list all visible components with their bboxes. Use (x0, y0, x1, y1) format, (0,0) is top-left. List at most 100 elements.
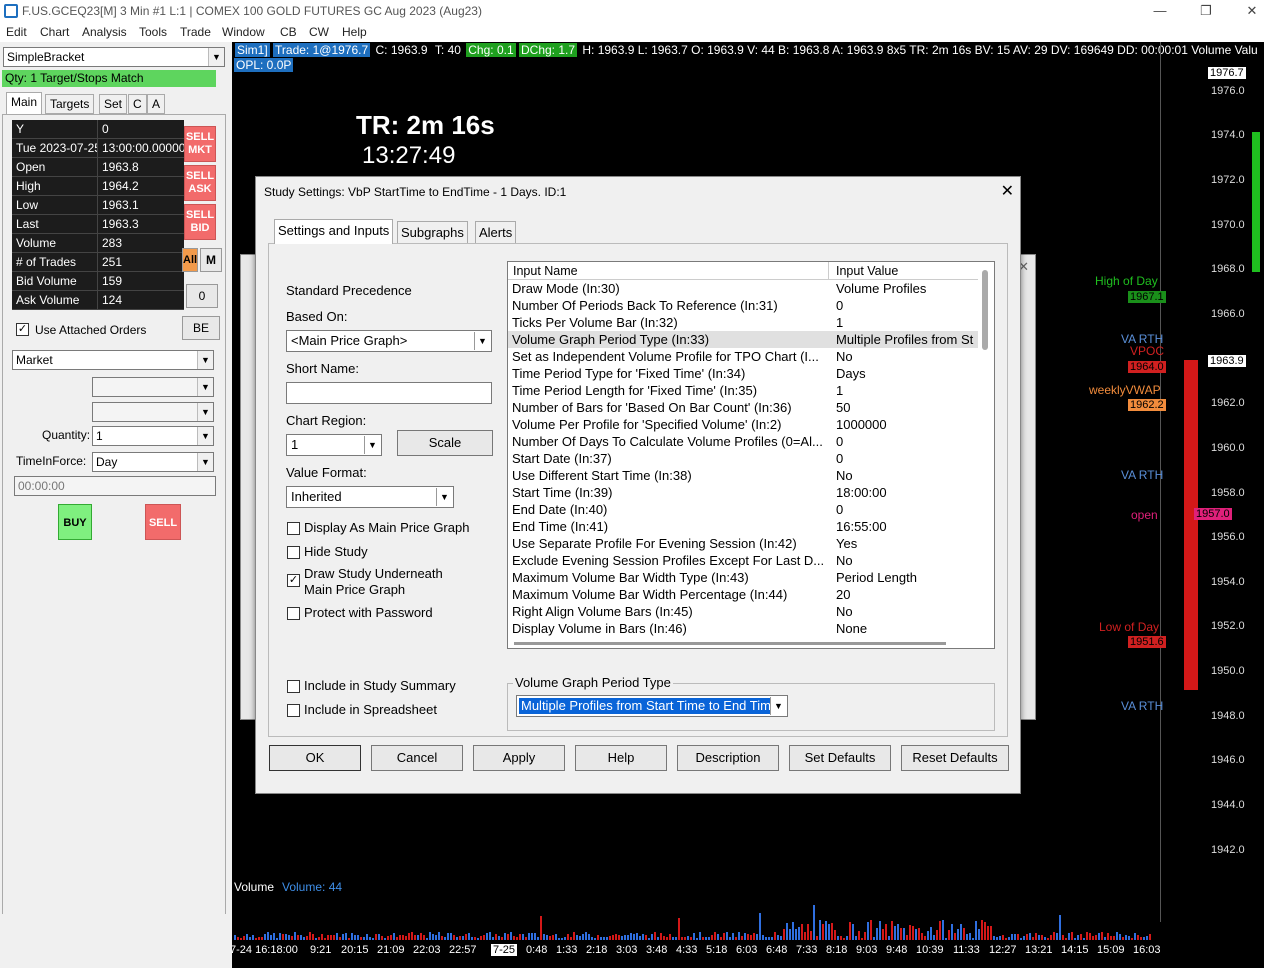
list-item[interactable]: Time Period Length for 'Fixed Time' (In:… (508, 382, 978, 399)
protect-password-checkbox[interactable] (287, 607, 300, 620)
list-item[interactable]: Number of Bars for 'Based On Bar Count' … (508, 399, 978, 416)
input-name: Draw Mode (In:30) (512, 281, 620, 296)
based-on-select[interactable]: <Main Price Graph> ▼ (286, 330, 492, 352)
help-button[interactable]: Help (575, 745, 667, 771)
apply-button[interactable]: Apply (473, 745, 565, 771)
volume-bar (411, 932, 413, 940)
volume-bar (321, 934, 323, 940)
list-item[interactable]: Use Different Start Time (In:38) No (508, 467, 978, 484)
menu-tools[interactable]: Tools (139, 25, 167, 39)
tab-settings-and-inputs[interactable]: Settings and Inputs (274, 219, 394, 244)
sell-button[interactable]: SELL (145, 504, 181, 540)
volume-bar (600, 937, 602, 940)
list-item[interactable]: Number Of Periods Back To Reference (In:… (508, 297, 978, 314)
tab-alerts[interactable]: Alerts (475, 221, 517, 243)
zero-button[interactable]: 0 (186, 284, 218, 308)
sell-bid-button[interactable]: SELL BID (184, 204, 216, 240)
tab-targets[interactable]: Targets (45, 94, 95, 114)
use-attached-orders-checkbox[interactable]: ✓ (16, 323, 29, 336)
price-1-select[interactable]: ▼ (92, 377, 214, 397)
order-type-select[interactable]: Market ▼ (12, 350, 214, 370)
tab-c[interactable]: C (128, 94, 147, 114)
time-in-force-select[interactable]: Day ▼ (92, 452, 214, 472)
volume-bar (453, 935, 455, 940)
short-name-input[interactable] (286, 382, 492, 404)
col-input-name[interactable]: Input Name (513, 264, 578, 278)
list-item[interactable]: Display Volume in Bars (In:46) None (508, 620, 978, 637)
input-name: Time Period Type for 'Fixed Time' (In:34… (512, 366, 746, 381)
cancel-button[interactable]: Cancel (371, 745, 463, 771)
set-defaults-button[interactable]: Set Defaults (789, 745, 891, 771)
list-item[interactable]: Maximum Volume Bar Width Type (In:43) Per… (508, 569, 978, 586)
list-item[interactable]: Ticks Per Volume Bar (In:32) 1 (508, 314, 978, 331)
study-inputs-list[interactable]: Input Name Input Value Draw Mode (In:30)… (507, 261, 995, 649)
hide-study-checkbox[interactable] (287, 546, 300, 559)
price-tick: 1970.0 (1211, 219, 1245, 231)
info-key: Tue 2023-07-25 (12, 139, 98, 158)
list-item[interactable]: Number Of Days To Calculate Volume Profi… (508, 433, 978, 450)
list-item[interactable]: End Date (In:40) 0 (508, 501, 978, 518)
list-item[interactable]: Start Time (In:39) 18:00:00 (508, 484, 978, 501)
short-name-label: Short Name: (286, 361, 359, 376)
menu-analysis[interactable]: Analysis (82, 25, 127, 39)
sell-market-button[interactable]: SELL MKT (184, 126, 216, 162)
reset-defaults-button[interactable]: Reset Defaults (901, 745, 1009, 771)
info-key: Volume (12, 234, 98, 253)
sell-ask-button[interactable]: SELL ASK (184, 165, 216, 201)
list-item[interactable]: Time Period Type for 'Fixed Time' (In:34… (508, 365, 978, 382)
menu-cw[interactable]: CW (309, 25, 329, 39)
col-input-value[interactable]: Input Value (836, 264, 898, 278)
buy-button[interactable]: BUY (58, 504, 92, 540)
quantity-input[interactable]: 1 ▼ (92, 426, 214, 446)
horizontal-scrollbar[interactable] (514, 642, 946, 645)
tab-set[interactable]: Set (99, 94, 128, 114)
draw-underneath-checkbox[interactable]: ✓ (287, 574, 300, 587)
list-item-selected[interactable]: Volume Graph Period Type (In:33) Multiple… (508, 331, 978, 348)
list-item[interactable]: Maximum Volume Bar Width Percentage (In:… (508, 586, 978, 603)
list-item[interactable]: Draw Mode (In:30) Volume Profiles (508, 280, 978, 297)
tab-main[interactable]: Main (6, 92, 43, 114)
price-2-select[interactable]: ▼ (92, 402, 214, 422)
include-spreadsheet-checkbox[interactable] (287, 704, 300, 717)
volume-bar (795, 929, 797, 940)
value-format-select[interactable]: Inherited ▼ (286, 486, 454, 508)
tab-a[interactable]: A (147, 94, 166, 114)
volume-bar (1038, 935, 1040, 940)
list-item[interactable]: End Time (In:41) 16:55:00 (508, 518, 978, 535)
list-item[interactable]: Exclude Evening Session Profiles Except … (508, 552, 978, 569)
time-input[interactable]: 00:00:00 (14, 476, 216, 496)
volume-bar (819, 920, 821, 940)
menu-cb[interactable]: CB (280, 25, 297, 39)
volume-bar (486, 933, 488, 940)
input-name: Use Different Start Time (In:38) (512, 468, 692, 483)
ok-button[interactable]: OK (269, 745, 361, 771)
list-item[interactable]: Right Align Volume Bars (In:45) No (508, 603, 978, 620)
menu-edit[interactable]: Edit (6, 25, 27, 39)
tab-subgraphs[interactable]: Subgraphs (397, 221, 468, 243)
include-summary-checkbox[interactable] (287, 680, 300, 693)
scale-button[interactable]: Scale (397, 430, 493, 456)
selected-input-select[interactable]: Multiple Profiles from Start Time to End… (516, 695, 788, 717)
vertical-scrollbar[interactable] (982, 270, 988, 350)
menu-window[interactable]: Window (222, 25, 265, 39)
description-button[interactable]: Description (677, 745, 779, 771)
close-icon[interactable]: ✕ (1001, 181, 1014, 201)
open-label: open (1131, 508, 1158, 522)
maximize-button[interactable]: ❐ (1186, 0, 1226, 22)
chart-region-select[interactable]: 1 ▼ (286, 434, 382, 456)
display-as-main-checkbox[interactable] (287, 522, 300, 535)
menu-trade[interactable]: Trade (180, 25, 211, 39)
close-window-button[interactable]: ✕ (1232, 0, 1264, 22)
list-item[interactable]: Start Date (In:37) 0 (508, 450, 978, 467)
bracket-select[interactable]: SimpleBracket ▼ (3, 47, 225, 67)
list-item[interactable]: Set as Independent Volume Profile for TP… (508, 348, 978, 365)
all-button[interactable]: All (182, 248, 198, 272)
list-item[interactable]: Volume Per Profile for 'Specified Volume… (508, 416, 978, 433)
m-button[interactable]: M (200, 248, 222, 272)
breakeven-button[interactable]: BE (182, 316, 220, 340)
menu-chart[interactable]: Chart (40, 25, 69, 39)
menu-help[interactable]: Help (342, 25, 367, 39)
minimize-button[interactable]: — (1140, 0, 1180, 22)
info-key: Low (12, 196, 98, 215)
list-item[interactable]: Use Separate Profile For Evening Session… (508, 535, 978, 552)
